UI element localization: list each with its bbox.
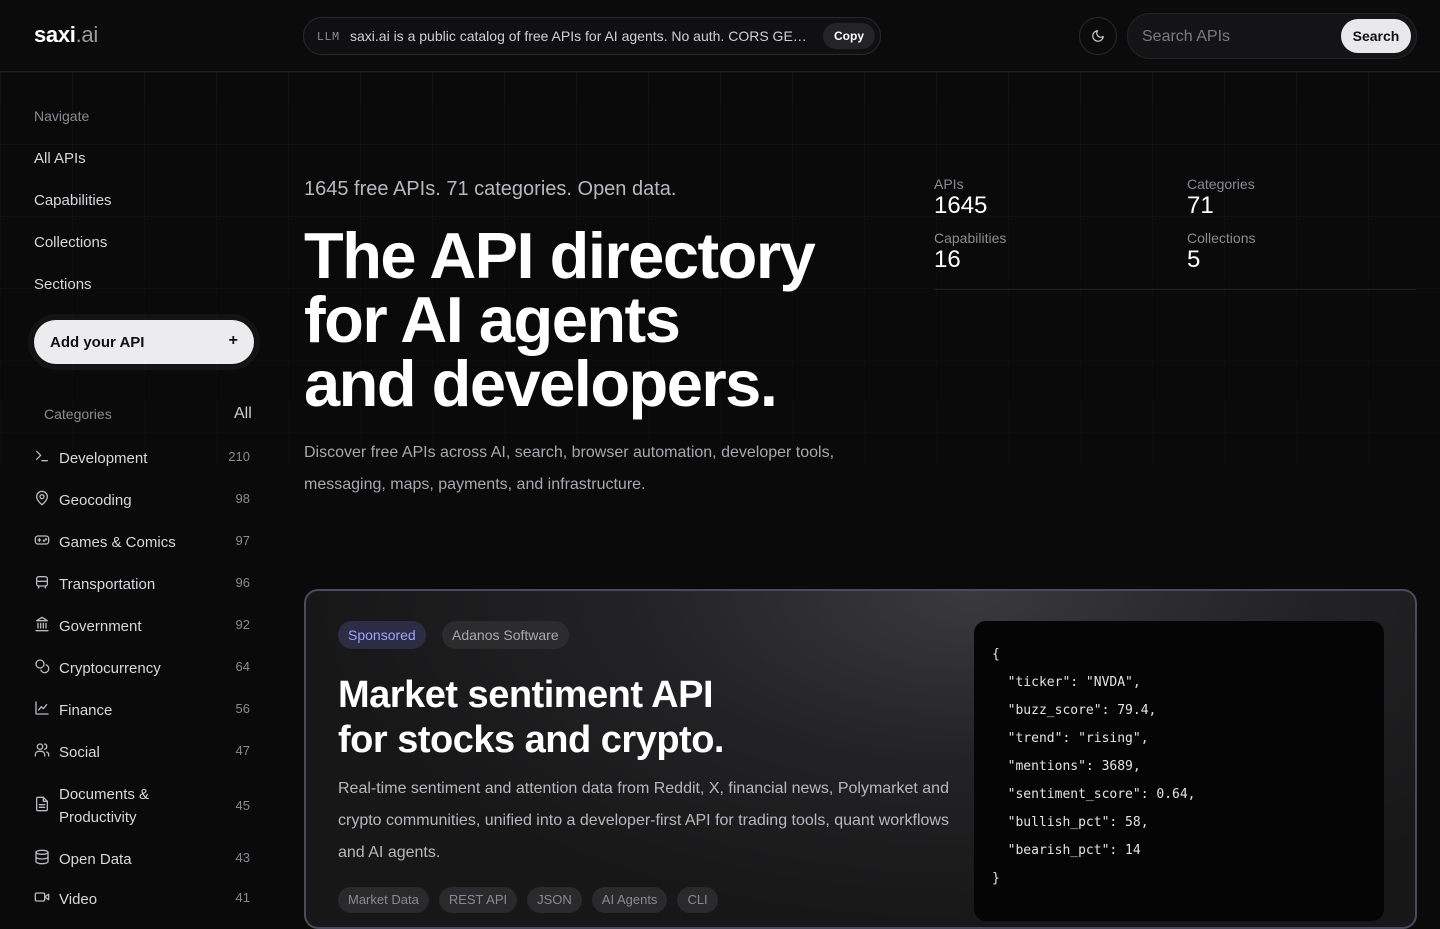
stat-label: Categories — [1187, 176, 1255, 192]
category-count: 92 — [235, 617, 250, 632]
sponsored-tags: Market Data REST API JSON AI Agents CLI — [338, 887, 718, 913]
category-count: 64 — [235, 659, 250, 674]
sponsored-title-line: Market sentiment API — [338, 674, 714, 716]
nav-heading: Navigate — [34, 108, 90, 124]
category-label: Documents & Productivity — [59, 786, 150, 826]
add-api-button[interactable]: Add your API + — [34, 320, 254, 364]
stat-label: Capabilities — [934, 230, 1007, 246]
stats-panel: APIs 1645 Categories 71 Capabilities 16 … — [934, 176, 1416, 290]
category-label: Social — [59, 744, 100, 761]
stat-value: 1645 — [934, 192, 988, 219]
sponsored-description: Real-time sentiment and attention data f… — [338, 780, 949, 861]
code-line: "ticker": "NVDA", — [992, 675, 1141, 690]
hero-title-line: for AI agents — [304, 283, 681, 356]
sponsored-badge: Sponsored — [338, 621, 426, 649]
category-label: Development — [59, 450, 148, 467]
stat-label: APIs — [934, 176, 964, 192]
database-icon — [35, 849, 49, 865]
vendor-badge: Adanos Software — [442, 621, 569, 649]
plus-icon: + — [228, 332, 238, 349]
category-count: 45 — [235, 798, 250, 813]
code-sample: { "ticker": "NVDA", "buzz_score": 79.4, … — [974, 621, 1384, 921]
category-count: 56 — [235, 701, 250, 716]
code-line: "trend": "rising", — [992, 731, 1149, 746]
category-count: 96 — [235, 575, 250, 590]
logo-suffix: .ai — [75, 22, 99, 47]
bus-icon — [36, 576, 48, 589]
code-line: "mentions": 3689, — [992, 759, 1141, 774]
top-header: saxi.ai LLM saxi.ai is a public catalog … — [0, 0, 1440, 72]
sidebar: Navigate All APIs Capabilities Collectio… — [0, 73, 280, 908]
category-label: Finance — [59, 702, 113, 719]
categories-heading: Categories — [44, 406, 112, 422]
search-button[interactable]: Search — [1341, 19, 1411, 53]
coins-icon — [35, 659, 50, 674]
nav-item-collections[interactable]: Collections — [34, 234, 107, 251]
category-label: Open Data — [59, 851, 132, 868]
category-label: Government — [59, 618, 142, 635]
llm-prompt-bar: LLM saxi.ai is a public catalog of free … — [303, 17, 881, 55]
line-chart-icon — [35, 701, 49, 715]
sponsored-card[interactable]: Sponsored Adanos Software Market sentime… — [304, 589, 1417, 929]
stat-label: Collections — [1187, 230, 1256, 246]
logo-main: saxi — [34, 22, 76, 47]
tag-chip[interactable]: JSON — [527, 887, 582, 913]
terminal-icon — [36, 450, 48, 462]
copy-button[interactable]: Copy — [823, 23, 875, 49]
code-line: "bullish_pct": 58, — [992, 815, 1149, 830]
hero-title: The API directory for AI agents and deve… — [304, 219, 924, 420]
categories-all-link[interactable]: All — [234, 405, 252, 423]
sponsored-title: Market sentiment API for stocks and cryp… — [338, 673, 958, 763]
stat-value: 5 — [1187, 246, 1201, 273]
file-text-icon — [36, 796, 48, 812]
category-count: 98 — [235, 491, 250, 506]
category-count: 210 — [228, 449, 250, 464]
category-label: Transportation — [59, 576, 156, 593]
gamepad-icon — [34, 535, 50, 545]
hero-title-line: and developers. — [304, 347, 778, 420]
tag-chip[interactable]: REST API — [438, 887, 518, 913]
code-line: "bearish_pct": 14 — [992, 843, 1141, 858]
nav-item-capabilities[interactable]: Capabilities — [34, 192, 112, 209]
logo[interactable]: saxi.ai — [34, 22, 98, 48]
stat-collections: Collections 5 — [1187, 230, 1255, 274]
theme-toggle-button[interactable] — [1079, 17, 1117, 55]
code-line: } — [992, 871, 1000, 886]
hero-title-line: The API directory — [304, 219, 816, 292]
code-line: { — [992, 647, 1000, 662]
stat-value: 16 — [934, 246, 961, 273]
category-count: 47 — [235, 743, 250, 758]
moon-icon — [1092, 30, 1104, 42]
tag-chip[interactable]: AI Agents — [591, 887, 668, 913]
users-icon — [34, 743, 50, 757]
sponsored-title-line: for stocks and crypto. — [338, 719, 724, 761]
hero-description: Discover free APIs across AI, search, br… — [304, 444, 835, 493]
stat-categories: Categories 71 — [1187, 176, 1255, 220]
hero-subtitle: 1645 free APIs. 71 categories. Open data… — [304, 178, 677, 200]
category-label: Cryptocurrency — [59, 660, 161, 677]
map-pin-icon — [36, 490, 48, 506]
code-line: "buzz_score": 79.4, — [992, 703, 1157, 718]
llm-text: saxi.ai is a public catalog of free APIs… — [350, 28, 812, 44]
video-icon — [34, 892, 50, 902]
nav-item-sections[interactable]: Sections — [34, 276, 92, 293]
category-count: 97 — [235, 533, 250, 548]
stat-apis: APIs 1645 — [934, 176, 987, 220]
category-label: Geocoding — [59, 492, 132, 509]
search-bar: Search — [1127, 13, 1417, 59]
nav-item-all-apis[interactable]: All APIs — [34, 150, 86, 167]
category-count: 43 — [235, 850, 250, 865]
code-line: "sentiment_score": 0.64, — [992, 787, 1196, 802]
landmark-icon — [35, 616, 49, 632]
tag-chip[interactable]: Market Data — [338, 887, 429, 913]
category-item-documents-productivity[interactable]: Documents & Productivity 45 — [34, 783, 254, 829]
llm-tag: LLM — [317, 30, 340, 43]
search-input[interactable] — [1140, 22, 1334, 52]
category-count: 41 — [235, 890, 250, 905]
add-api-label: Add your API — [50, 334, 145, 351]
category-label: Games & Comics — [59, 534, 176, 551]
stat-capabilities: Capabilities 16 — [934, 230, 1006, 274]
stat-value: 71 — [1187, 192, 1214, 219]
tag-chip[interactable]: CLI — [677, 887, 718, 913]
